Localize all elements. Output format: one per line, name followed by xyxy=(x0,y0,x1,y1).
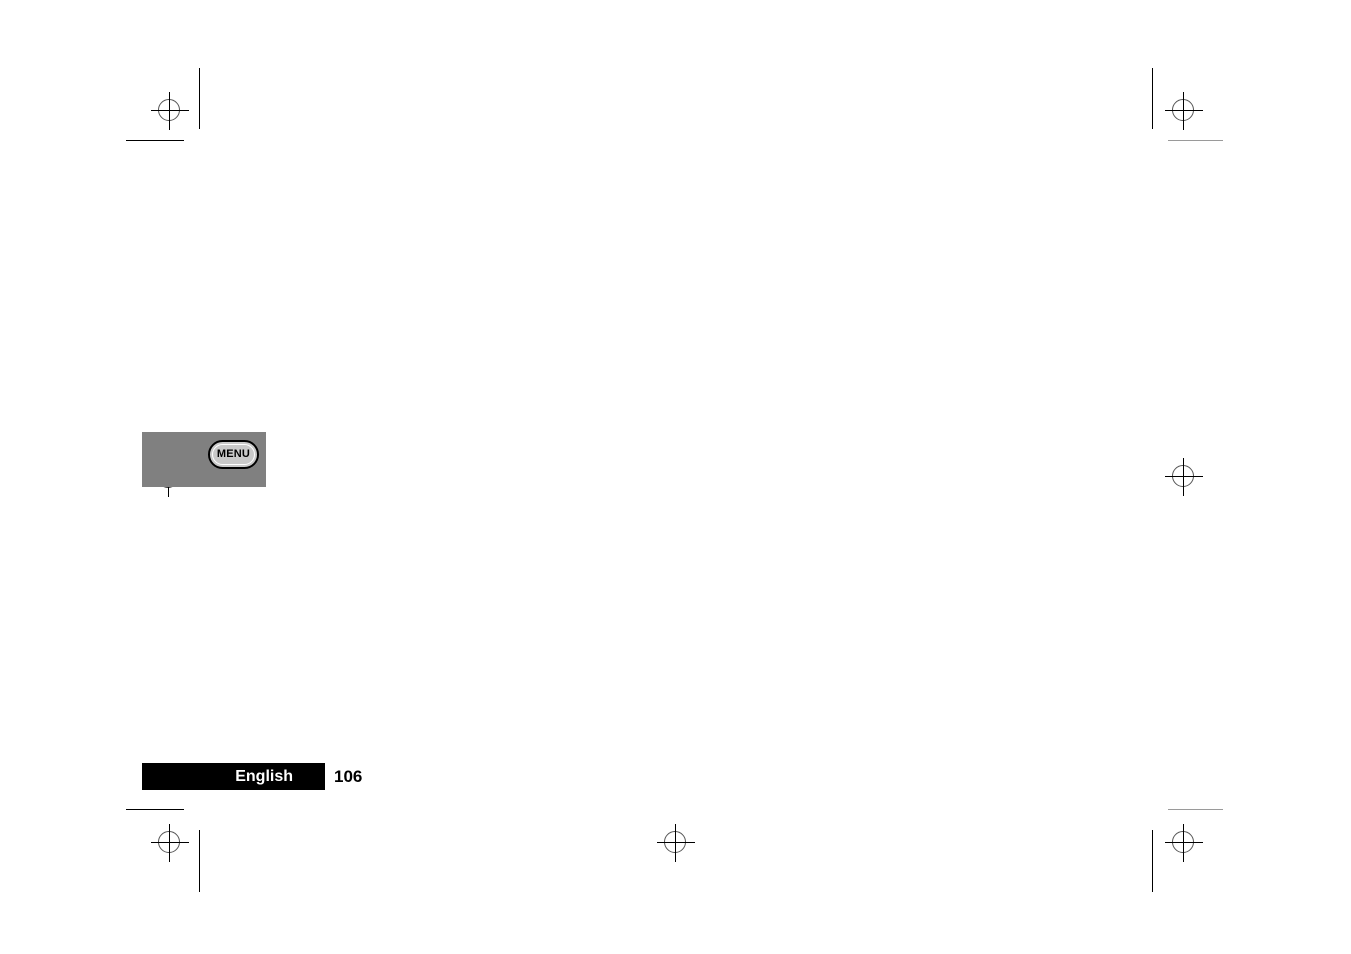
manual-page: MENU English 106 xyxy=(0,0,1351,954)
trim-line-top-left-vertical xyxy=(199,68,200,129)
menu-button[interactable]: MENU xyxy=(208,440,259,469)
footer-language-label: English xyxy=(235,767,293,785)
registration-crosshair-horizontal xyxy=(151,110,189,111)
registration-crosshair-vertical xyxy=(169,824,170,862)
registration-crosshair-vertical xyxy=(1183,92,1184,130)
registration-mark-top-right xyxy=(1165,92,1203,130)
registration-crosshair-horizontal xyxy=(657,842,695,843)
trim-line-top-right-vertical xyxy=(1152,68,1153,129)
menu-button-callout: MENU xyxy=(142,432,266,487)
trim-line-bottom-right-vertical xyxy=(1152,830,1153,892)
registration-crosshair-vertical xyxy=(169,92,170,130)
registration-crosshair-vertical xyxy=(1183,824,1184,862)
registration-mark-bottom-left xyxy=(151,824,189,862)
registration-mark-top-left xyxy=(151,92,189,130)
page-footer: English 106 xyxy=(142,763,362,790)
registration-crosshair-horizontal xyxy=(1165,476,1203,477)
registration-crosshair-horizontal xyxy=(1165,110,1203,111)
trim-line-top-left-horizontal xyxy=(126,140,184,141)
trim-line-bottom-right-horizontal xyxy=(1168,809,1223,810)
footer-language-bar: English xyxy=(142,763,325,790)
registration-mark-bottom-right xyxy=(1165,824,1203,862)
registration-crosshair-vertical xyxy=(675,824,676,862)
registration-mark-bottom-center xyxy=(657,824,695,862)
registration-mark-middle-right xyxy=(1165,458,1203,496)
menu-button-label: MENU xyxy=(216,448,251,460)
trim-line-bottom-left-vertical xyxy=(199,830,200,892)
page-number: 106 xyxy=(334,767,363,786)
trim-line-bottom-left-horizontal xyxy=(126,809,184,810)
trim-line-top-right-horizontal xyxy=(1168,140,1223,141)
registration-crosshair-horizontal xyxy=(151,842,189,843)
registration-crosshair-vertical xyxy=(1183,458,1184,496)
registration-crosshair-horizontal xyxy=(1165,842,1203,843)
